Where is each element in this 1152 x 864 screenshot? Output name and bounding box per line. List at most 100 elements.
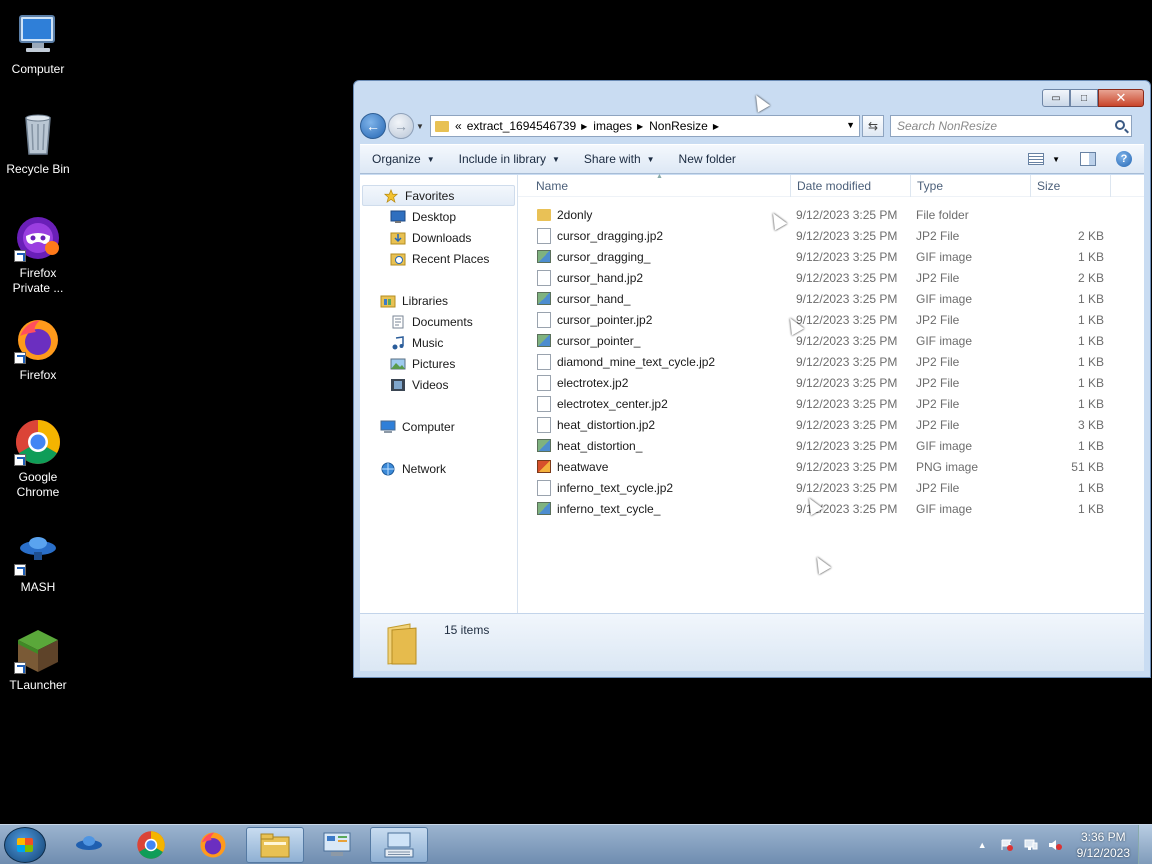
desktop-icon-google-chrome[interactable]: Google Chrome <box>0 418 76 500</box>
sidebar-item-label: Libraries <box>402 293 449 308</box>
address-dropdown-icon[interactable]: ▼ <box>846 120 855 130</box>
file-name: heatwave <box>557 459 609 474</box>
desktop-icon-computer[interactable]: Computer <box>0 10 76 77</box>
desktop-icon-firefox[interactable]: Firefox <box>0 316 76 383</box>
help-icon[interactable]: ? <box>1116 151 1132 167</box>
clock[interactable]: 3:36 PM 9/12/2023 <box>1077 829 1130 861</box>
pictures-icon <box>390 358 406 369</box>
show-desktop-button[interactable] <box>1138 825 1152 864</box>
sidebar-item-network[interactable]: Network <box>360 458 517 479</box>
taskbar-chrome[interactable] <box>122 827 180 863</box>
column-divider[interactable] <box>910 175 911 197</box>
breadcrumb-separator-icon[interactable]: ▶ <box>713 122 719 131</box>
sidebar-item-desktop[interactable]: Desktop <box>360 206 517 227</box>
desktop-icon-firefox-private[interactable]: Firefox Private ... <box>0 214 76 296</box>
file-icon <box>537 375 551 391</box>
refresh-button[interactable]: ⇆ <box>862 115 884 137</box>
column-divider[interactable] <box>1110 175 1111 197</box>
column-header-name[interactable]: Name <box>536 179 568 193</box>
shortcut-arrow-icon <box>14 564 26 576</box>
breadcrumb-nonresize[interactable]: NonResize <box>649 119 708 133</box>
file-row[interactable]: cursor_hand.jp2 9/12/2023 3:25 PM JP2 File… <box>518 267 1144 288</box>
column-divider[interactable] <box>790 175 791 197</box>
change-view-icon[interactable] <box>1028 153 1045 165</box>
column-header-type[interactable]: Type <box>917 179 943 193</box>
file-name: 2donly <box>557 207 593 222</box>
recent-pages-dropdown[interactable]: ▼ <box>416 122 426 131</box>
column-header-size[interactable]: Size <box>1037 179 1060 193</box>
file-row[interactable]: electrotex_center.jp2 9/12/2023 3:25 PM JP… <box>518 393 1144 414</box>
sidebar-item-libraries[interactable]: Libraries <box>360 290 517 311</box>
explorer-window: ▭ □ ✕ ← → ▼ « extract_1694546739 ▶ image… <box>353 80 1151 678</box>
share-with-button[interactable]: Share with ▼ <box>572 152 667 166</box>
column-header-date[interactable]: Date modified <box>797 179 871 193</box>
taskbar-firefox[interactable] <box>184 827 242 863</box>
action-center-flag-icon[interactable] <box>1000 839 1014 851</box>
minimize-button[interactable]: ▭ <box>1042 89 1070 107</box>
file-row[interactable]: cursor_dragging.jp2 9/12/2023 3:25 PM JP2 … <box>518 225 1144 246</box>
address-bar[interactable]: « extract_1694546739 ▶ images ▶ NonResiz… <box>430 115 860 137</box>
file-type: JP2 File <box>916 396 960 411</box>
forward-button[interactable]: → <box>388 113 414 139</box>
desktop-icon-recycle-bin[interactable]: Recycle Bin <box>0 110 76 177</box>
breadcrumb-overflow[interactable]: « <box>455 119 462 133</box>
column-headers: ▲ Name Date modified Type Size <box>518 173 1144 197</box>
taskbar-on-screen-keyboard[interactable] <box>370 827 428 863</box>
search-icon[interactable] <box>1115 120 1125 130</box>
file-size: 1 KB <box>1077 375 1104 390</box>
sidebar-item-videos[interactable]: Videos <box>360 374 517 395</box>
breadcrumb-extract[interactable]: extract_1694546739 <box>467 119 576 133</box>
taskbar-mash[interactable] <box>60 827 118 863</box>
include-in-library-button[interactable]: Include in library ▼ <box>447 152 572 166</box>
file-type: JP2 File <box>916 228 960 243</box>
image-file-icon <box>537 502 551 515</box>
sidebar-item-documents[interactable]: Documents <box>360 311 517 332</box>
file-row[interactable]: cursor_dragging_ 9/12/2023 3:25 PM GIF ima… <box>518 246 1144 267</box>
file-row[interactable]: inferno_text_cycle.jp2 9/12/2023 3:25 PM J… <box>518 477 1144 498</box>
back-button[interactable]: ← <box>360 113 386 139</box>
sidebar-item-recent-places[interactable]: Recent Places <box>360 248 517 269</box>
maximize-button[interactable]: □ <box>1070 89 1098 107</box>
chrome-icon <box>137 831 165 859</box>
file-row[interactable]: electrotex.jp2 9/12/2023 3:25 PM JP2 File 1… <box>518 372 1144 393</box>
file-row[interactable]: diamond_mine_text_cycle.jp2 9/12/2023 3:2… <box>518 351 1144 372</box>
file-row[interactable]: cursor_hand_ 9/12/2023 3:25 PM GIF image 1 … <box>518 288 1144 309</box>
start-button[interactable] <box>4 827 46 863</box>
search-input[interactable]: Search NonResize <box>890 115 1132 137</box>
desktop-icon-tlauncher[interactable]: TLauncher <box>0 626 76 693</box>
breadcrumb-separator-icon[interactable]: ▶ <box>581 122 587 131</box>
file-name: cursor_pointer_ <box>557 333 641 348</box>
sidebar-item-music[interactable]: Music <box>360 332 517 353</box>
file-row[interactable]: heat_distortion_ 9/12/2023 3:25 PM GIF ima… <box>518 435 1144 456</box>
column-divider[interactable] <box>1030 175 1031 197</box>
new-folder-button[interactable]: New folder <box>667 152 748 166</box>
computer-icon <box>380 420 396 433</box>
sidebar-item-computer[interactable]: Computer <box>360 416 517 437</box>
image-file-icon <box>537 250 551 263</box>
file-row[interactable]: cursor_pointer_ 9/12/2023 3:25 PM GIF imag… <box>518 330 1144 351</box>
file-row[interactable]: cursor_pointer.jp2 9/12/2023 3:25 PM JP2 F… <box>518 309 1144 330</box>
sidebar-item-pictures[interactable]: Pictures <box>360 353 517 374</box>
file-row[interactable]: 2donly 9/12/2023 3:25 PM File folder <box>518 204 1144 225</box>
file-row[interactable]: heatwave 9/12/2023 3:25 PM PNG image 51 KB <box>518 456 1144 477</box>
share-with-label: Share with <box>583 152 641 166</box>
taskbar-explorer[interactable] <box>246 827 304 863</box>
organize-button[interactable]: Organize ▼ <box>360 152 447 166</box>
libraries-icon <box>380 295 396 307</box>
view-options-dropdown[interactable]: ▼ <box>1052 155 1060 164</box>
network-status-icon[interactable] <box>1024 839 1038 851</box>
volume-muted-icon[interactable] <box>1048 839 1062 851</box>
sidebar-item-downloads[interactable]: Downloads <box>360 227 517 248</box>
breadcrumb-separator-icon[interactable]: ▶ <box>637 122 643 131</box>
sidebar-item-favorites[interactable]: Favorites <box>362 185 515 206</box>
windows-explorer-icon <box>260 833 290 858</box>
desktop-icon-mash[interactable]: MASH <box>0 528 76 595</box>
taskbar-control-panel[interactable] <box>308 827 366 863</box>
close-button[interactable]: ✕ <box>1098 89 1144 107</box>
file-row[interactable]: inferno_text_cycle_ 9/12/2023 3:25 PM GIF … <box>518 498 1144 519</box>
file-name: electrotex_center.jp2 <box>557 396 668 411</box>
preview-pane-icon[interactable] <box>1080 152 1096 166</box>
show-hidden-icons-button[interactable]: ▲ <box>978 840 987 850</box>
breadcrumb-images[interactable]: images <box>593 119 632 133</box>
file-row[interactable]: heat_distortion.jp2 9/12/2023 3:25 PM JP2 … <box>518 414 1144 435</box>
